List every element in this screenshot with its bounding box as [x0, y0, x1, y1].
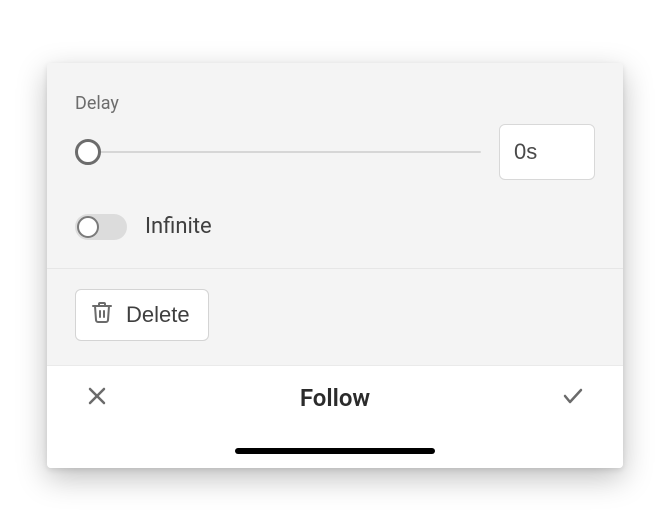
delay-label: Delay	[75, 93, 595, 114]
delete-label: Delete	[126, 302, 190, 328]
trash-icon	[90, 300, 114, 330]
bottom-bar: Follow	[47, 365, 623, 468]
page-title: Follow	[300, 384, 370, 412]
delay-row	[75, 124, 595, 180]
close-button[interactable]	[83, 384, 111, 412]
delay-input[interactable]	[499, 124, 595, 180]
check-icon	[561, 384, 585, 412]
delete-section: Delete	[47, 269, 623, 365]
confirm-button[interactable]	[559, 384, 587, 412]
delay-section: Delay Infinite	[47, 63, 623, 269]
slider-track	[75, 151, 481, 153]
infinite-toggle[interactable]	[75, 214, 127, 240]
home-indicator[interactable]	[235, 448, 435, 454]
slider-thumb[interactable]	[75, 139, 101, 165]
delete-button[interactable]: Delete	[75, 289, 209, 341]
toggle-knob	[77, 216, 99, 238]
delay-slider[interactable]	[75, 138, 481, 166]
close-icon	[85, 384, 109, 412]
infinite-row: Infinite	[75, 214, 595, 240]
settings-panel: Delay Infinite	[47, 63, 623, 468]
infinite-label: Infinite	[145, 214, 212, 239]
